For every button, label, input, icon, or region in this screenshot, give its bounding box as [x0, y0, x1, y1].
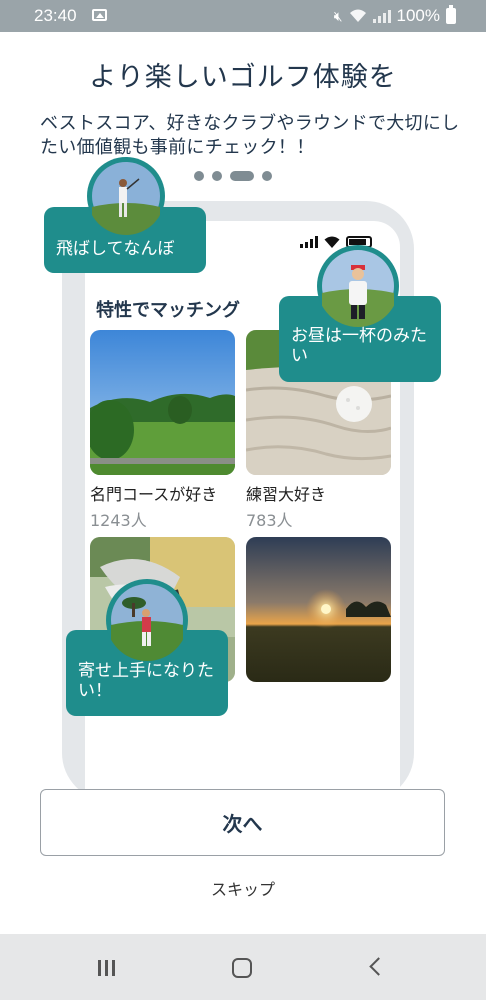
page-indicator	[194, 171, 272, 181]
battery-icon	[446, 5, 456, 24]
mockup-signal-icon	[300, 236, 318, 248]
page-dot	[262, 171, 272, 181]
card-count: 783人	[246, 511, 293, 530]
mockup-wifi-icon	[324, 236, 340, 248]
status-bar: 23:40 🔇︎ 100%	[0, 0, 486, 32]
card-name: 練習大好き	[246, 485, 327, 504]
battery-percent: 100%	[396, 6, 440, 25]
avatar	[106, 579, 188, 661]
next-button[interactable]: 次へ	[40, 789, 445, 856]
wifi-icon	[349, 9, 367, 23]
mute-icon: 🔇︎	[333, 7, 343, 24]
bubble-text: 飛ばしてなんぼ	[56, 239, 175, 259]
avatar	[317, 245, 399, 327]
page-dot	[194, 171, 204, 181]
avatar	[87, 157, 165, 235]
skip-link[interactable]: スキップ	[0, 876, 486, 900]
matching-heading: 特性でマッチング	[96, 300, 240, 321]
page-title: より楽しいゴルフ体験を	[89, 62, 397, 93]
bubble-text: 寄せ上手になりたい！	[78, 661, 214, 701]
card-image-course[interactable]	[90, 330, 235, 475]
recent-apps-icon[interactable]	[98, 960, 115, 976]
bubble-text: お昼は一杯のみたい	[291, 326, 427, 366]
back-icon[interactable]	[369, 957, 388, 976]
card-count: 1243人	[90, 511, 147, 530]
signal-icon	[372, 9, 391, 23]
home-icon[interactable]	[232, 958, 252, 978]
status-time: 23:40	[34, 6, 77, 25]
page-dot-active	[230, 171, 254, 181]
gallery-icon	[92, 9, 107, 21]
card-image-sunset[interactable]	[246, 537, 391, 682]
card-name: 名門コースが好き	[90, 485, 218, 504]
system-nav-bar	[0, 934, 486, 1000]
page-subtitle: ベストスコア、好きなクラブやラウンドで大切にしたい価値観も事前にチェック！！	[40, 113, 460, 158]
page-dot	[212, 171, 222, 181]
